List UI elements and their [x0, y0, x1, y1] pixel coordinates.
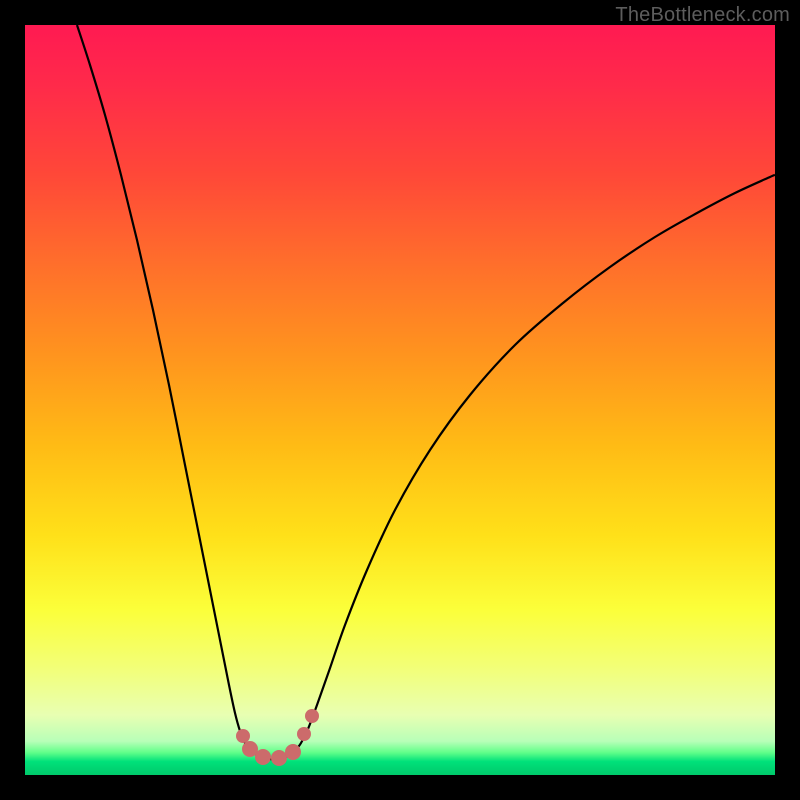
valley-markers — [236, 709, 319, 766]
valley-marker — [297, 727, 311, 741]
curve-right-branch — [295, 175, 775, 751]
valley-marker — [285, 744, 301, 760]
curve-left-branch — [77, 25, 251, 751]
valley-marker — [271, 750, 287, 766]
valley-marker — [305, 709, 319, 723]
bottleneck-curve-plot — [25, 25, 775, 775]
valley-marker — [236, 729, 250, 743]
watermark-text: TheBottleneck.com — [615, 4, 790, 27]
valley-marker — [255, 749, 271, 765]
chart-area — [25, 25, 775, 775]
